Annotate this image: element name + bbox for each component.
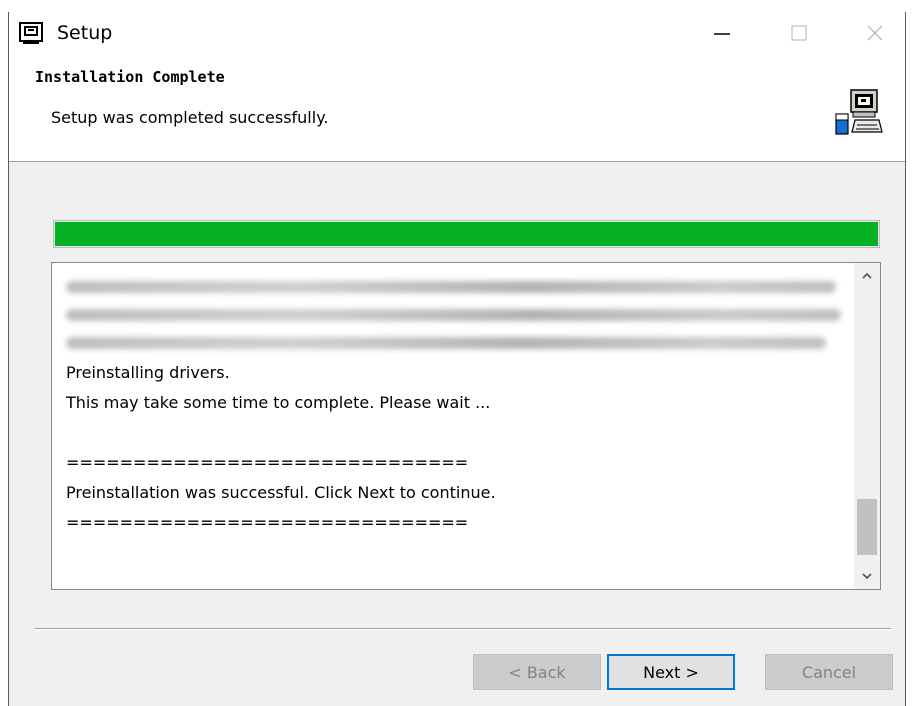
close-icon [867,25,883,41]
scroll-up-button[interactable] [854,263,880,289]
minimize-icon [714,33,730,35]
computer-install-icon [835,89,883,135]
maximize-button[interactable] [769,12,829,54]
progress-bar [53,220,880,248]
log-line: Preinstallation was successful. Click Ne… [66,483,496,502]
scroll-thumb[interactable] [857,499,877,555]
minimize-button[interactable] [692,12,752,54]
progress-bar-fill [55,222,878,246]
log-lines: Preinstalling drivers. This may take som… [66,358,496,538]
blurred-line [66,281,836,293]
blurred-log-text [56,273,848,357]
cancel-button[interactable]: Cancel [765,654,893,690]
close-button[interactable] [845,12,905,54]
log-line: This may take some time to complete. Ple… [66,393,491,412]
setup-app-icon [19,22,43,44]
maximize-icon [791,25,807,41]
log-line: ============================== [66,453,469,472]
page-title: Installation Complete [35,68,225,86]
setup-window: Setup Installation Complete Setup was co… [8,12,906,706]
log-line: Preinstalling drivers. [66,363,230,382]
vertical-scrollbar[interactable] [854,263,880,589]
log-line: ============================== [66,513,469,532]
title-bar[interactable]: Setup [9,12,905,54]
window-title: Setup [57,22,113,44]
back-button[interactable]: < Back [473,654,601,690]
footer-divider [35,628,891,630]
chevron-up-icon [862,272,872,279]
next-button[interactable]: Next > [607,654,735,690]
top-strip [0,0,914,12]
log-box[interactable]: Preinstalling drivers. This may take som… [51,262,881,590]
chevron-down-icon [862,573,872,580]
wizard-header: Installation Complete Setup was complete… [9,54,905,162]
scroll-down-button[interactable] [854,563,880,589]
blurred-line [66,337,826,349]
blurred-line [66,309,841,321]
page-subtitle: Setup was completed successfully. [51,108,329,127]
